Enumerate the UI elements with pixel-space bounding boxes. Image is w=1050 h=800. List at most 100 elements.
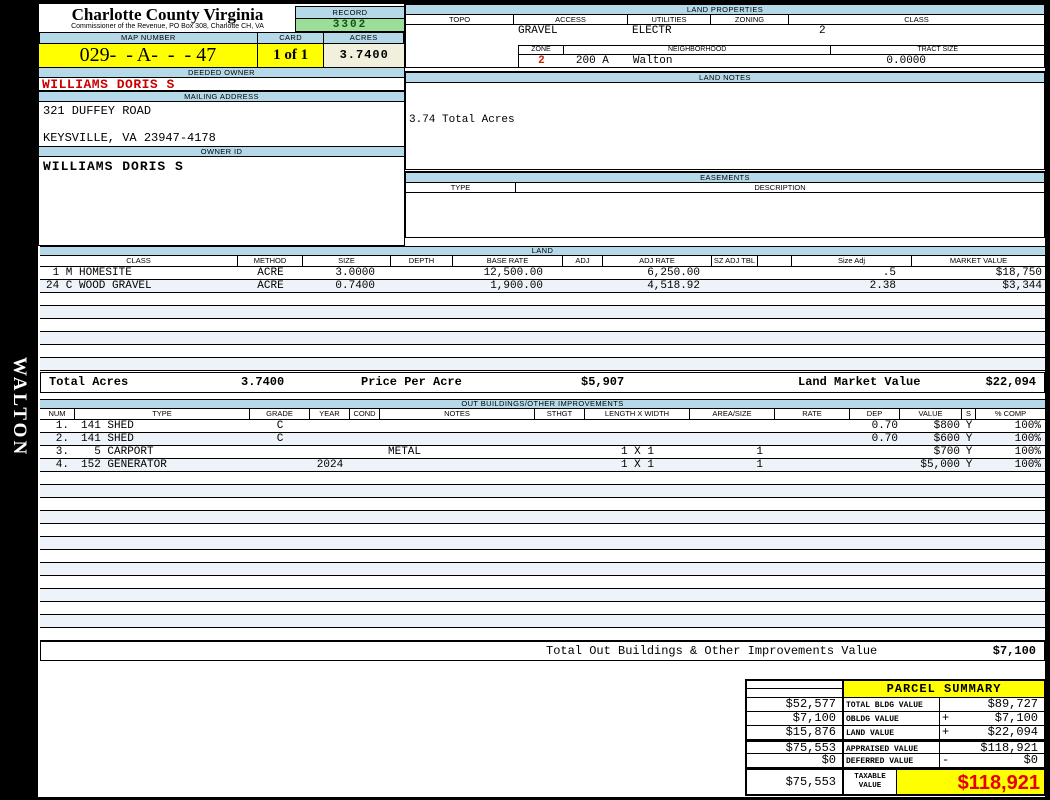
class-header: CLASS xyxy=(904,15,929,24)
property-record-card: WALTON Charlotte County Virginia Commiss… xyxy=(0,0,1050,800)
out-buildings-total-label: Total Out Buildings & Other Improvements… xyxy=(546,644,878,658)
cell-year xyxy=(310,420,350,432)
price-per-acre-value: $5,907 xyxy=(581,375,625,389)
land-properties-panel: LAND PROPERTIES TOPO ACCESS UTILITIES ZO… xyxy=(405,3,1045,68)
prior-value: $7,100 xyxy=(747,712,844,725)
land-notes-title: LAND NOTES xyxy=(406,72,1044,83)
empty-row xyxy=(40,306,1045,319)
easement-type-header: TYPE xyxy=(406,183,516,192)
cell-value: $800 xyxy=(933,420,960,432)
cell-s: Y xyxy=(965,433,973,445)
cell-cond xyxy=(350,446,380,458)
neighborhood-value: 200 A Walton xyxy=(564,55,831,68)
cell-blank xyxy=(758,267,792,279)
empty-row xyxy=(40,293,1045,306)
cell-num: 4. xyxy=(55,459,69,471)
summary-label: APPRAISED VALUE xyxy=(846,745,919,753)
summary-sign: + xyxy=(942,711,950,725)
parcel-id-card: Charlotte County Virginia Commissioner o… xyxy=(38,3,405,246)
cell-pct-comp: 100% xyxy=(1014,420,1041,432)
cell-size-adj: 2.38 xyxy=(869,280,896,292)
tract-size-header: TRACT SIZE xyxy=(917,46,959,53)
summary-sign xyxy=(940,742,950,753)
cell-sthgt xyxy=(535,433,585,445)
cell-sz-adj-tbl xyxy=(712,280,758,292)
out-buildings-table: OUT BUILDINGS/OTHER IMPROVEMENTS NUM TYP… xyxy=(40,399,1045,641)
cell-base-rate: 12,500.00 xyxy=(483,267,543,279)
cell-blank xyxy=(758,280,792,292)
cell-year xyxy=(310,446,350,458)
record-label: RECORD xyxy=(296,7,404,19)
land-properties-values: GRAVEL ELECTR 2 xyxy=(406,25,1044,38)
utilities-header: UTILITIES xyxy=(628,15,711,24)
total-acres-label: Total Acres xyxy=(49,375,129,389)
cell-type: 152 GENERATOR xyxy=(81,459,167,471)
utilities-value: ELECTR xyxy=(632,25,672,37)
topo-header: TOPO xyxy=(406,15,514,24)
cell-market-value: $18,750 xyxy=(995,267,1042,279)
district-sidebar-label: WALTON xyxy=(9,356,30,458)
summary-sign: - xyxy=(942,753,950,767)
cell-method: ACRE xyxy=(257,280,284,292)
zone-value: 2 xyxy=(538,55,545,67)
land-properties-headers: TOPO ACCESS UTILITIES ZONING CLASS xyxy=(406,15,1044,25)
summary-label: DEFERRED VALUE xyxy=(846,757,914,766)
cell-depth xyxy=(391,267,453,279)
summary-row-land: $15,876 LAND VALUE + $22,094 xyxy=(747,726,1044,740)
summary-sign: + xyxy=(942,725,950,739)
acres-value: 3.7400 xyxy=(324,44,404,68)
cell-value: $700 xyxy=(933,446,960,458)
zone-neighborhood-box: ZONE NEIGHBORHOOD TRACT SIZE 2 200 A Walt… xyxy=(518,45,1044,68)
cell-pct-comp: 100% xyxy=(1014,459,1041,471)
map-number-label: MAP NUMBER xyxy=(39,32,258,44)
cell-value: $600 xyxy=(933,433,960,445)
parcel-summary-title: PARCEL SUMMARY xyxy=(844,681,1044,697)
land-properties-title: LAND PROPERTIES xyxy=(406,4,1044,15)
summary-label: LAND VALUE xyxy=(846,729,895,738)
cell-s: Y xyxy=(965,420,973,432)
col-sz-adj-tbl: SZ ADJ TBL xyxy=(712,256,758,266)
address-line-2: KEYSVILLE, VA 23947-4178 xyxy=(43,131,216,145)
summary-row-taxable: $75,553 TAXABLE VALUE $118,921 xyxy=(747,768,1044,794)
owner-id-label: OWNER ID xyxy=(39,146,404,157)
cell-num: 3. xyxy=(55,446,69,458)
empty-row xyxy=(40,345,1045,358)
prior-value: $15,876 xyxy=(747,726,844,739)
col-cond: COND xyxy=(350,409,380,419)
summary-value: $118,921 xyxy=(980,741,1038,755)
cell-cond xyxy=(350,459,380,471)
map-header-row: MAP NUMBER CARD ACRES xyxy=(39,32,404,44)
parcel-summary: PARCEL SUMMARY $52,577 TOTAL BLDG VALUE … xyxy=(745,679,1046,796)
zone-header: ZONE xyxy=(519,46,564,54)
out-building-row: 3. 5 CARPORT METAL 1 X 1 1 $700 Y 100% xyxy=(40,446,1045,459)
owner-id-value: WILLIAMS DORIS S xyxy=(43,159,184,174)
col-class: CLASS xyxy=(40,256,238,266)
cell-year: 2024 xyxy=(316,459,344,471)
land-totals-bar: Total Acres 3.7400 Price Per Acre $5,907… xyxy=(40,372,1045,393)
cell-adj xyxy=(563,267,603,279)
parcel-summary-header: PARCEL SUMMARY xyxy=(747,681,1044,698)
cell-cond xyxy=(350,420,380,432)
cell-type: 141 SHED xyxy=(81,433,134,445)
empty-row xyxy=(40,485,1045,498)
empty-row xyxy=(40,576,1045,589)
land-market-value: $22,094 xyxy=(985,375,1036,389)
cell-grade: C xyxy=(276,433,284,445)
cell-notes xyxy=(380,459,535,471)
land-notes-panel: LAND NOTES 3.74 Total Acres xyxy=(405,71,1045,170)
cell-size: 0.7400 xyxy=(335,280,375,292)
zoning-value xyxy=(711,25,789,38)
col-adj: ADJ xyxy=(563,256,603,266)
col-size-adj: Size Adj xyxy=(792,256,912,266)
summary-value: $7,100 xyxy=(994,711,1038,725)
zone-headers: ZONE NEIGHBORHOOD TRACT SIZE xyxy=(519,46,1044,55)
cell-adj xyxy=(563,280,603,292)
taxable-value-label: TAXABLE VALUE xyxy=(854,773,886,790)
summary-row-appraised: $75,553 APPRAISED VALUE $118,921 xyxy=(747,740,1044,755)
summary-value: $22,094 xyxy=(987,725,1038,739)
land-table: LAND CLASS METHOD SIZE DEPTH BASE RATE A… xyxy=(40,246,1045,371)
prior-value: $75,553 xyxy=(747,770,844,794)
empty-row xyxy=(40,332,1045,345)
cell-pct-comp: 100% xyxy=(1014,446,1041,458)
summary-prior-header-cells xyxy=(747,681,844,697)
